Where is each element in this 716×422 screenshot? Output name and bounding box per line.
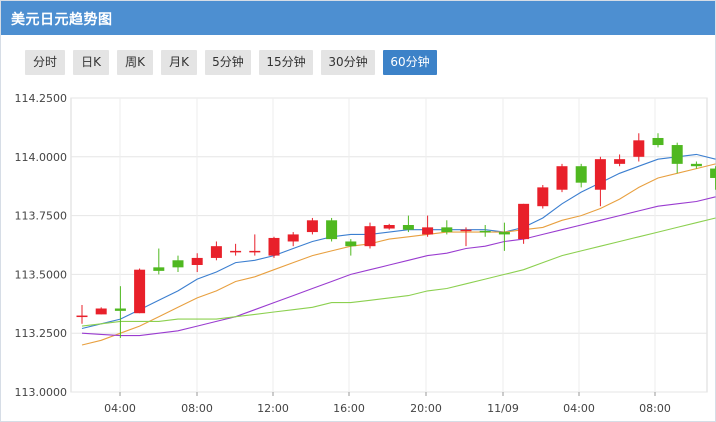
x-axis: 04:00 08:00 12:00 16:00 20:00 11/09 04:00 08:00 (104, 392, 671, 415)
tab-week-k[interactable]: 周K (117, 50, 153, 75)
tab-fenshi[interactable]: 分时 (25, 50, 65, 75)
y-tick-label: 113.5000 (15, 268, 68, 281)
candle-up (383, 225, 395, 229)
tab-15min[interactable]: 15分钟 (259, 50, 313, 75)
candle-down (652, 137, 664, 146)
panel-title: 美元日元趋势图 (11, 12, 113, 28)
candle-down (710, 168, 716, 178)
y-axis: 114.2500 114.0000 113.7500 113.5000 113.2500… (15, 92, 68, 399)
candle-down (114, 308, 126, 311)
grid-lines (70, 97, 708, 393)
candle-up (537, 187, 549, 207)
candle-up (518, 203, 530, 240)
tab-60min[interactable]: 60分钟 (383, 50, 437, 75)
candle-up (364, 226, 376, 247)
candle-up (134, 269, 146, 314)
ma30-line (81, 217, 716, 327)
candle-up (422, 227, 434, 235)
candle-down (671, 145, 683, 164)
moving-average-lines (81, 153, 716, 346)
x-tick-label: 08:00 (639, 402, 671, 415)
candle-down (326, 220, 338, 240)
candle-up (556, 166, 568, 190)
y-tick-label: 114.2500 (15, 92, 68, 105)
candle-up (210, 246, 222, 258)
tab-day-k[interactable]: 日K (73, 50, 109, 75)
ma10-line (81, 163, 716, 346)
tab-30min[interactable]: 30分钟 (321, 50, 375, 75)
candle-up (230, 250, 242, 253)
candle-down (172, 260, 184, 268)
candle-down (690, 163, 702, 167)
candle-down (479, 230, 491, 233)
candle-down (153, 267, 165, 271)
y-tick-label: 114.0000 (15, 151, 68, 164)
x-tick-label: 08:00 (181, 402, 213, 415)
x-tick-label: 16:00 (333, 402, 365, 415)
x-tick-label: 04:00 (104, 402, 136, 415)
candle-up (76, 315, 88, 318)
candle-up (306, 220, 318, 233)
panel-header: 美元日元趋势图 (1, 1, 715, 35)
candle-up (614, 159, 626, 164)
x-tick-label: 12:00 (257, 402, 289, 415)
candle-up (95, 308, 107, 315)
candle-up (268, 237, 280, 256)
y-tick-label: 113.2500 (15, 327, 68, 340)
x-tick-label: 20:00 (410, 402, 442, 415)
candle-up (460, 229, 472, 232)
x-tick-label: 11/09 (487, 402, 519, 415)
tab-month-k[interactable]: 月K (161, 50, 197, 75)
y-tick-label: 113.7500 (15, 210, 68, 223)
candle-up (191, 257, 203, 265)
candle-up (594, 159, 606, 190)
chart-panel: 美元日元趋势图 分时 日K 周K 月K 5分钟 15分钟 30分钟 60分钟 1… (0, 0, 716, 422)
candle-up (633, 140, 645, 157)
candle-up (287, 234, 299, 242)
candle-up (249, 250, 261, 253)
y-tick-label: 113.0000 (15, 386, 68, 399)
candle-down (575, 166, 587, 183)
plot-border (70, 97, 708, 393)
candles (76, 133, 716, 338)
x-tick-label: 04:00 (563, 402, 595, 415)
candle-down (498, 232, 510, 235)
candle-down (441, 227, 453, 233)
candle-down (345, 241, 357, 247)
candle-down (402, 225, 414, 230)
candlestick-chart: 114.2500 114.0000 113.7500 113.5000 113.2500… (15, 92, 716, 415)
tab-5min[interactable]: 5分钟 (205, 50, 251, 75)
